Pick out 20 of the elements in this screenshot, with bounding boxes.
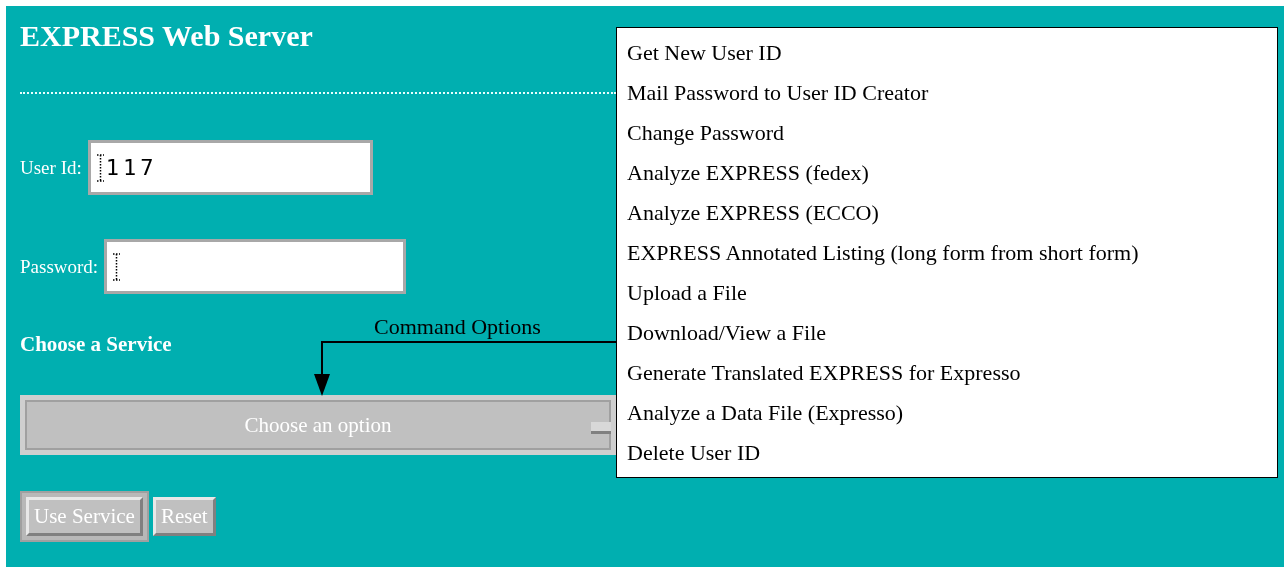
callout-label: Command Options [374,314,541,340]
option-item[interactable]: Download/View a File [627,313,1277,353]
field-label: Password: [20,255,99,278]
option-item[interactable]: Generate Translated EXPRESS for Expresso [627,353,1277,393]
option-item[interactable]: Delete User ID [627,433,1277,473]
text-cursor-icon [96,153,104,182]
option-item[interactable]: Analyze EXPRESS (fedex) [627,153,1277,193]
option-item[interactable]: Get New User ID [627,33,1277,73]
option-item[interactable]: Change Password [627,113,1277,153]
option-item[interactable]: Upload a File [627,273,1277,313]
section-heading: Choose a Service [20,332,172,357]
option-item[interactable]: Analyze EXPRESS (ECCO) [627,193,1277,233]
option-item[interactable]: Analyze a Data File (Expresso) [627,393,1277,433]
input-field[interactable] [104,239,407,294]
option-item[interactable]: Mail Password to User ID Creator [627,73,1277,113]
input-field[interactable]: 117 [87,140,373,195]
text-cursor-icon [113,252,121,281]
page-title: EXPRESS Web Server [20,18,313,54]
field-label: User Id: [20,156,82,179]
option-item[interactable]: EXPRESS Annotated Listing (long form from short form) [627,233,1277,273]
